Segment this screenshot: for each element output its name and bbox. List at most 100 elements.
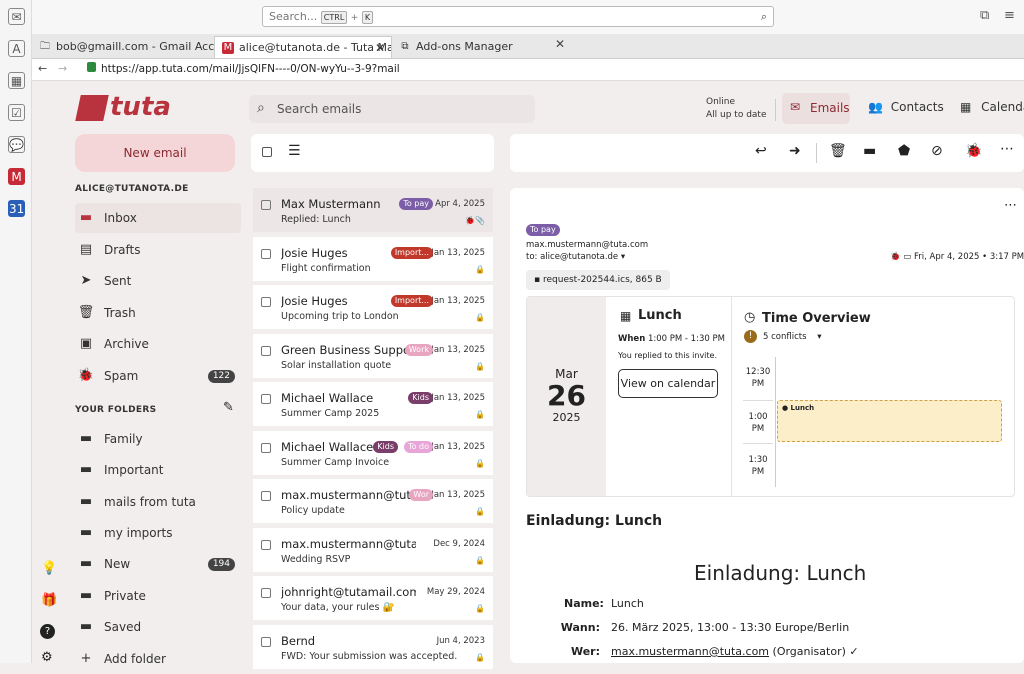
- trash-icon[interactable]: 🗑: [829, 143, 847, 159]
- close-icon[interactable]: ✕: [375, 37, 385, 58]
- email-checkbox[interactable]: [261, 200, 271, 210]
- email-row[interactable]: max.mustermann@tuta.... Wedding RSVP Dec 9…: [253, 528, 493, 572]
- unread-count: 122: [207, 370, 235, 383]
- email-row[interactable]: Bernd FWD: Your submission was accepted. J…: [253, 625, 493, 669]
- folder-icon: ▬: [79, 462, 93, 477]
- add-folder-button[interactable]: + Add folder: [75, 644, 241, 674]
- mail-app-icon[interactable]: ✉: [8, 8, 25, 25]
- email-row[interactable]: Josie Huges Upcoming trip to London Jan 13…: [253, 285, 493, 329]
- calendar-app-icon[interactable]: ▦: [8, 72, 25, 89]
- filter-icon[interactable]: ☰: [288, 143, 301, 159]
- email-checkbox[interactable]: [261, 637, 271, 647]
- email-checkbox[interactable]: [261, 491, 271, 501]
- email-row[interactable]: Michael Wallace Summer Camp Invoice Jan 13…: [253, 431, 493, 475]
- tab-addons[interactable]: ⧉ Add-ons Manager: [392, 36, 572, 58]
- folder-saved[interactable]: ▬ Saved: [75, 612, 241, 642]
- email-row[interactable]: Max Mustermann Replied: Lunch Apr 4, 2025 🐞…: [253, 188, 493, 232]
- nav-calendar-button[interactable]: ▦ Calendar: [960, 100, 1024, 114]
- email-checkbox[interactable]: [261, 346, 271, 356]
- tab-gmail[interactable]: 🗀 bob@gmaill.com - Gmail Accou: [32, 36, 214, 58]
- chat-app-icon[interactable]: 💬: [8, 136, 25, 153]
- gift-icon[interactable]: 🎁: [41, 593, 57, 608]
- email-label-badge[interactable]: Kids: [408, 392, 433, 404]
- conflict-event-block[interactable]: ● Lunch: [777, 400, 1002, 442]
- folder-trash[interactable]: 🗑 Trash: [75, 298, 241, 328]
- forward-icon[interactable]: →: [58, 62, 67, 75]
- new-email-button[interactable]: New email: [75, 134, 235, 172]
- forward-icon[interactable]: ➜: [789, 143, 801, 159]
- folder-private[interactable]: ▬ Private: [75, 581, 241, 611]
- recipient-line[interactable]: to: alice@tutanota.de ▾: [526, 252, 625, 262]
- email-label-badge[interactable]: To pay: [526, 224, 560, 236]
- tasks-app-icon[interactable]: ☑: [8, 104, 25, 121]
- folder-new[interactable]: ▬ New 194: [75, 549, 241, 579]
- folder-label: Drafts: [104, 243, 141, 257]
- organizer-link[interactable]: max.mustermann@tuta.com: [611, 645, 769, 658]
- help-icon[interactable]: ?: [40, 624, 55, 639]
- nav-contacts-button[interactable]: 👥 Contacts: [868, 100, 944, 114]
- edit-folders-icon[interactable]: ✎: [223, 400, 234, 415]
- email-label-badge[interactable]: Import...: [390, 247, 433, 259]
- reply-icon[interactable]: ↩: [755, 143, 767, 159]
- email-row[interactable]: Michael Wallace Summer Camp 2025 Jan 13, 2…: [253, 382, 493, 426]
- folder-icon: ▬: [79, 556, 93, 571]
- email-checkbox[interactable]: [261, 394, 271, 404]
- email-checkbox[interactable]: [261, 588, 271, 598]
- browser-search-field[interactable]: Search... CTRL + K ⌕: [262, 6, 774, 27]
- email-row[interactable]: Josie Huges Flight confirmation Jan 13, 20…: [253, 237, 493, 281]
- puzzle-icon: ⧉: [401, 41, 409, 52]
- folder-drafts[interactable]: ▤ Drafts: [75, 235, 241, 265]
- folder-sent[interactable]: ➤ Sent: [75, 266, 241, 296]
- folder-mails-from-tuta[interactable]: ▬ mails from tuta: [75, 487, 241, 517]
- extensions-icon[interactable]: ⧉: [980, 8, 989, 23]
- email-checkbox[interactable]: [261, 297, 271, 307]
- report-spam-icon[interactable]: 🐞: [965, 143, 982, 159]
- email-label-badge[interactable]: Import...: [390, 295, 433, 307]
- view-on-calendar-button[interactable]: View on calendar: [618, 369, 718, 398]
- folder-inbox[interactable]: ▬ Inbox: [75, 203, 241, 233]
- folder-family[interactable]: ▬ Family: [75, 424, 241, 454]
- tab-tuta[interactable]: M alice@tutanota.de - Tuta Ma ✕: [214, 36, 392, 58]
- email-row[interactable]: max.mustermann@tuta.... Policy update Jan …: [253, 479, 493, 523]
- translate-app-icon[interactable]: A: [8, 40, 25, 57]
- folder-important[interactable]: ▬ Important: [75, 455, 241, 485]
- bug-icon: 🐞: [890, 252, 901, 262]
- conflicts-toggle[interactable]: 5 conflicts ▾: [763, 332, 822, 342]
- hide-icon[interactable]: ⊘: [931, 143, 943, 159]
- more-icon[interactable]: ⋯: [1000, 141, 1014, 157]
- menu-icon[interactable]: ≡: [1004, 8, 1015, 23]
- more-icon[interactable]: ⋯: [1004, 198, 1017, 213]
- tuta-app-icon[interactable]: M: [8, 168, 25, 185]
- email-checkbox[interactable]: [261, 540, 271, 550]
- select-all-checkbox[interactable]: [262, 147, 272, 157]
- label-icon[interactable]: ⬟: [898, 143, 910, 159]
- folder-spam[interactable]: 🐞 Spam 122: [75, 361, 241, 391]
- attachment-chip[interactable]: ▪ request-202544.ics, 865 B: [526, 270, 670, 290]
- email-label-badge[interactable]: To do: [404, 441, 433, 453]
- email-sender: Michael Wallace: [281, 391, 374, 405]
- email-search-field[interactable]: ⌕ Search emails: [249, 95, 535, 123]
- folder-archive[interactable]: ▣ Archive: [75, 329, 241, 359]
- folder-my-imports[interactable]: ▬ my imports: [75, 518, 241, 548]
- lock-icon: 🔒: [475, 507, 485, 516]
- email-checkbox[interactable]: [261, 249, 271, 259]
- email-sender: Max Mustermann: [281, 197, 381, 211]
- nav-emails-button[interactable]: ✉ Emails: [782, 93, 850, 124]
- url-text[interactable]: https://app.tuta.com/mail/JjsQlFN----0/O…: [101, 63, 400, 75]
- email-checkbox[interactable]: [261, 443, 271, 453]
- back-icon[interactable]: ←: [38, 62, 47, 75]
- lightbulb-icon[interactable]: 💡: [41, 561, 57, 576]
- close-icon[interactable]: ✕: [555, 37, 565, 51]
- move-folder-icon[interactable]: ▬: [863, 143, 876, 159]
- email-label-badge[interactable]: Work: [404, 344, 433, 356]
- email-label-badge[interactable]: Kids: [373, 441, 398, 453]
- sender-address[interactable]: max.mustermann@tuta.com: [526, 240, 648, 250]
- invite-card: Mar 26 2025 ▦ Lunch When 1:00 PM - 1:30 …: [526, 296, 1015, 497]
- email-label-badge[interactable]: To pay: [399, 198, 433, 210]
- email-row[interactable]: johnright@tutamail.com Your data, your ru…: [253, 576, 493, 620]
- calendar-blue-app-icon[interactable]: 31: [8, 200, 25, 217]
- email-row[interactable]: Green Business Support Solar installation…: [253, 334, 493, 378]
- tuta-favicon-icon: M: [222, 42, 234, 54]
- unread-count: 194: [207, 558, 235, 571]
- email-label-badge[interactable]: Wor: [409, 489, 433, 501]
